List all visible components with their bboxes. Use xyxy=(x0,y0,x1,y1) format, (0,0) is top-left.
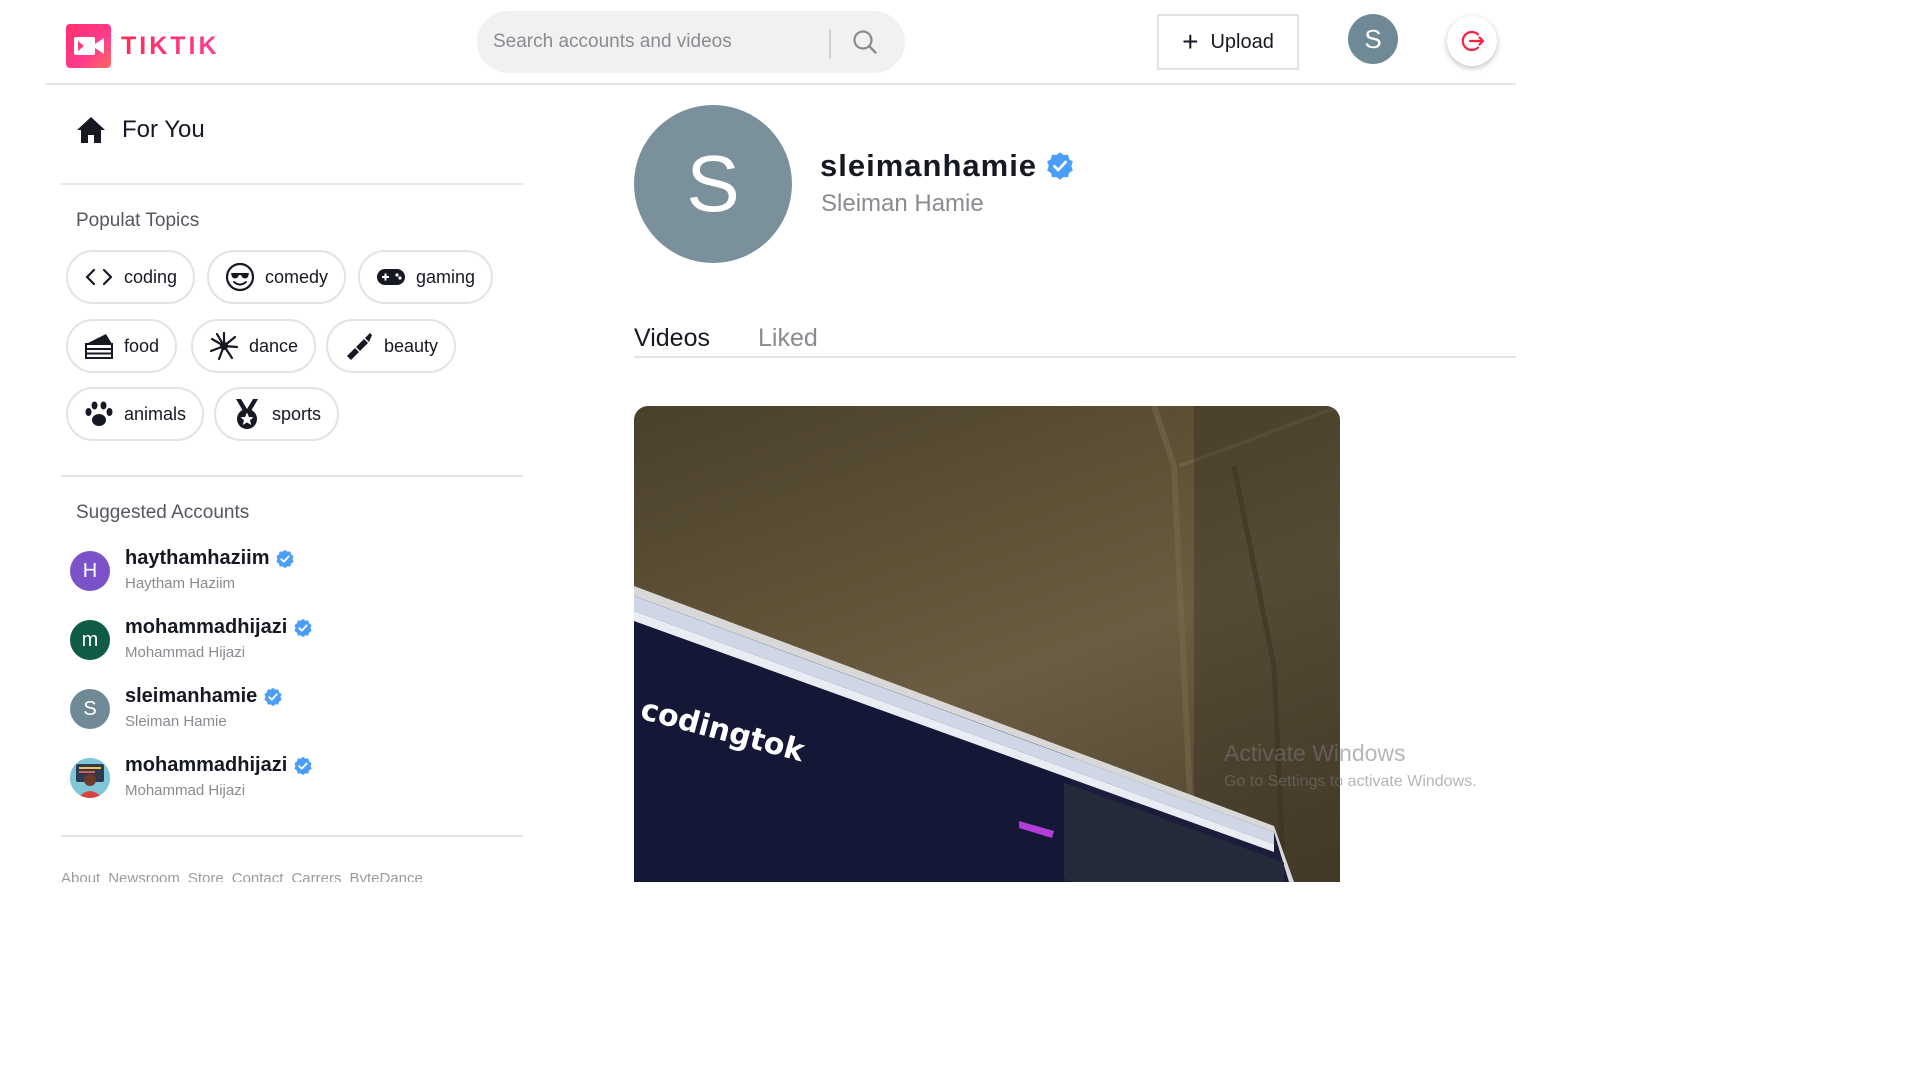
avatar: m xyxy=(70,620,110,660)
footer-links: About Newsroom Store Contact Carrers Byt… xyxy=(61,870,423,882)
topic-label: beauty xyxy=(384,335,439,356)
profile-tabs: Videos Liked xyxy=(634,322,1516,358)
verified-icon xyxy=(294,618,312,637)
search-input[interactable] xyxy=(477,11,827,73)
account-fullname: Mohammad Hijazi xyxy=(125,644,246,661)
divider xyxy=(61,475,523,477)
logout-icon xyxy=(1461,30,1485,52)
sidebar: For You Populat Topics coding comedy gam… xyxy=(61,86,523,882)
suggested-accounts-title: Suggested Accounts xyxy=(76,502,250,523)
upload-button[interactable]: + Upload xyxy=(1157,14,1299,70)
account-fullname: Mohammad Hijazi xyxy=(125,782,246,799)
account-username: mohammadhijazi xyxy=(125,754,313,777)
cool-face-icon xyxy=(225,262,255,292)
search-bar xyxy=(477,11,905,73)
topic-dance[interactable]: dance xyxy=(191,319,317,373)
account-username: mohammadhijazi xyxy=(125,616,313,639)
avatar: H xyxy=(70,551,110,591)
home-icon xyxy=(77,117,105,143)
logo[interactable]: TIKTIK xyxy=(66,24,220,68)
profile-username: sleimanhamie xyxy=(820,148,1075,184)
topic-coding[interactable]: coding xyxy=(66,250,196,304)
topic-beauty[interactable]: beauty xyxy=(326,319,457,373)
top-navbar: TIKTIK + Upload S xyxy=(46,0,1516,85)
profile-username-text: sleimanhamie xyxy=(820,148,1038,183)
avatar-illustration-icon xyxy=(70,758,110,798)
paw-icon xyxy=(84,399,114,429)
topic-label: food xyxy=(124,335,160,356)
verified-icon xyxy=(294,756,312,775)
logo-camera-icon xyxy=(66,24,111,68)
footer-link[interactable]: Carrers xyxy=(291,870,341,882)
video-card[interactable]: codingtok xyxy=(634,406,1340,882)
profile-avatar: S xyxy=(634,105,792,263)
username-text: sleimanhamie xyxy=(125,685,258,707)
footer-link[interactable]: ByteDance xyxy=(349,870,422,882)
plus-icon: + xyxy=(1182,26,1199,57)
tab-liked[interactable]: Liked xyxy=(758,324,818,353)
logo-text: TIKTIK xyxy=(121,31,220,60)
medal-icon xyxy=(232,399,262,429)
dance-burst-icon xyxy=(209,331,239,361)
nav-for-you[interactable]: For You xyxy=(76,116,205,144)
gamepad-icon xyxy=(376,262,406,292)
topic-label: coding xyxy=(124,266,178,287)
user-avatar[interactable]: S xyxy=(1348,14,1398,64)
suggested-account[interactable]: mohammadhijazi Mohammad Hijazi xyxy=(70,754,470,818)
account-fullname: Sleiman Hamie xyxy=(125,713,227,730)
account-username: sleimanhamie xyxy=(125,685,283,708)
activate-windows-watermark: Activate Windows Go to Settings to activ… xyxy=(1224,740,1477,791)
logout-button[interactable] xyxy=(1447,16,1497,66)
watermark-subtitle: Go to Settings to activate Windows. xyxy=(1224,773,1477,790)
account-fullname: Haytham Haziim xyxy=(125,575,236,592)
video-thumbnail xyxy=(634,406,1340,882)
lipstick-icon xyxy=(344,331,374,361)
topic-label: comedy xyxy=(265,266,329,287)
footer-link[interactable]: Newsroom xyxy=(108,870,180,882)
app-root: TIKTIK + Upload S xyxy=(0,0,1568,882)
search-divider xyxy=(829,29,831,59)
divider xyxy=(61,835,523,837)
avatar: S xyxy=(70,689,110,729)
verified-icon xyxy=(276,549,295,568)
upload-label: Upload xyxy=(1210,30,1274,53)
footer-link[interactable]: Contact xyxy=(232,870,284,882)
search-icon xyxy=(853,30,877,54)
username-text: mohammadhijazi xyxy=(125,754,288,776)
username-text: haythamhaziim xyxy=(125,547,270,569)
code-icon xyxy=(84,262,114,292)
verified-icon xyxy=(1047,152,1073,180)
username-text: mohammadhijazi xyxy=(125,616,288,638)
watermark-title: Activate Windows xyxy=(1224,740,1406,766)
topic-label: sports xyxy=(272,403,322,424)
footer-link[interactable]: About xyxy=(61,870,100,882)
divider xyxy=(61,183,523,185)
suggested-account[interactable]: S sleimanhamie Sleiman Hamie xyxy=(70,685,470,749)
verified-icon xyxy=(264,687,282,706)
topic-label: animals xyxy=(124,403,187,424)
tab-videos[interactable]: Videos xyxy=(634,324,710,353)
cake-icon xyxy=(84,331,114,361)
for-you-label: For You xyxy=(122,116,205,143)
topic-gaming[interactable]: gaming xyxy=(358,250,494,304)
topic-animals[interactable]: animals xyxy=(66,387,205,441)
topic-food[interactable]: food xyxy=(66,319,178,373)
account-username: haythamhaziim xyxy=(125,547,295,570)
profile-fullname: Sleiman Hamie xyxy=(821,190,984,217)
suggested-account[interactable]: H haythamhaziim Haytham Haziim xyxy=(70,547,470,611)
topic-comedy[interactable]: comedy xyxy=(207,250,347,304)
topic-label: dance xyxy=(249,335,299,356)
footer-link[interactable]: Store xyxy=(188,870,224,882)
search-button[interactable] xyxy=(845,25,885,59)
suggested-account[interactable]: m mohammadhijazi Mohammad Hijazi xyxy=(70,616,470,680)
topics-title: Populat Topics xyxy=(76,210,200,231)
avatar xyxy=(70,758,110,798)
topic-label: gaming xyxy=(416,266,476,287)
topic-sports[interactable]: sports xyxy=(214,387,340,441)
